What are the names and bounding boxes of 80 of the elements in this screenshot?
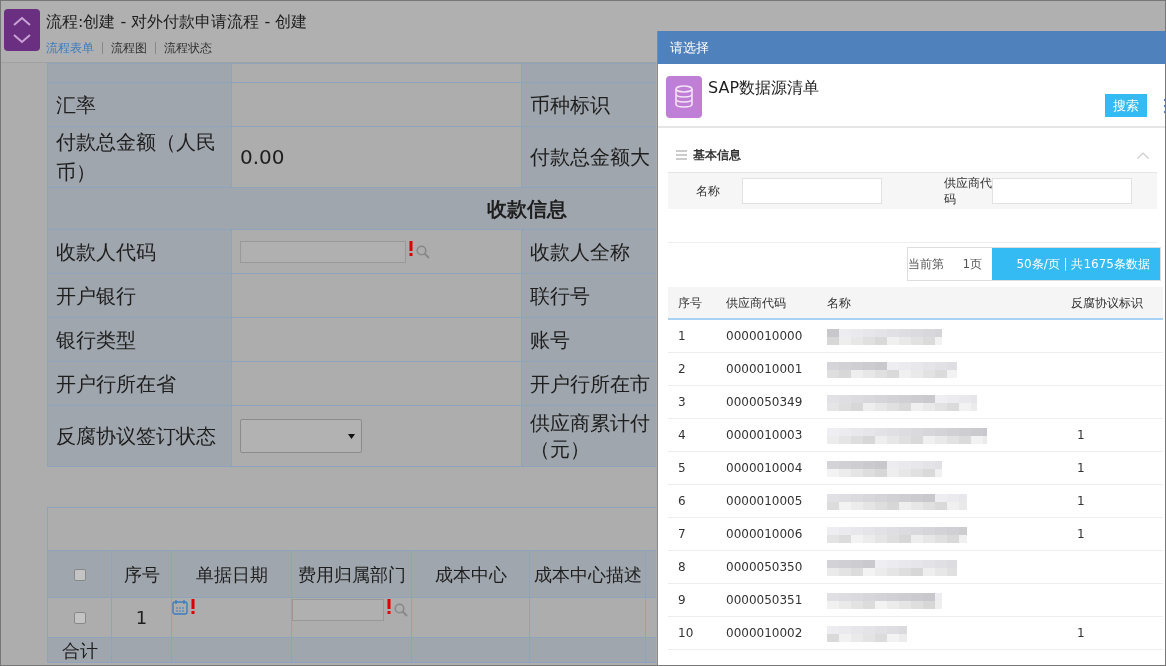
column-header: 序号 [123,563,160,585]
field-label: 开户行所在市 [530,370,649,397]
filter-label: 名称 [696,183,721,199]
field-label: 开户行所在省 [56,371,176,396]
row-number: 7 [678,527,686,541]
row-number: 1 [678,329,686,343]
field-label: 银行类型 [56,327,136,352]
search-icon [416,244,430,259]
agreement-value: 1 [1077,461,1085,475]
field-label: 付款总金额大 [530,144,649,170]
row-number: 3 [678,395,686,409]
supplier-code: 0000010000 [726,329,803,343]
section-title: 基本信息 [693,147,741,164]
row-number: 10 [678,626,694,640]
page-title: 流程:创建 - 对外付款申请流程 - 创建 [46,11,308,33]
field-label: 反腐协议签订状态 [56,424,216,448]
agreement-value: 1 [1077,626,1085,640]
list-title: SAP数据源清单 [708,77,820,99]
form-tab[interactable]: 流程状态 [164,39,212,57]
field-label: 汇率 [56,92,96,117]
supplier-code: 0000010004 [726,461,803,475]
column-header: 成本中心描述 [533,563,642,585]
agreement-value: 1 [1077,494,1085,508]
field-label: 开户银行 [56,283,136,308]
column-header: 单据日期 [195,563,268,585]
filter-field[interactable] [742,178,882,204]
page-number: 1页 [962,256,983,273]
supplier-code: 0000010006 [726,527,803,541]
agreement-value: 1 [1077,428,1085,442]
column-header: 成本中心 [434,563,507,585]
field-label: 付款总金额（人民币） [56,130,216,184]
row-number: 1 [135,607,148,628]
dialog-title: 请选择 [658,31,1165,64]
supplier-code: 0000010005 [726,494,803,508]
column-header: 反腐协议标识 [1071,295,1143,310]
section-heading: 收款信息 [487,196,567,221]
database-icon [666,76,702,118]
checkbox[interactable] [73,612,86,624]
supplier-code: 0000010001 [726,362,803,376]
row-number: 9 [678,593,686,607]
calendar-icon [172,599,188,615]
filter-field[interactable] [992,178,1132,204]
select-field[interactable] [240,419,362,453]
field-label: （元） [530,436,591,462]
field-label: 币种标识 [530,91,611,118]
row-number: 5 [678,461,686,475]
column-header: 费用归属部门 [297,563,406,585]
supplier-code: 0000050350 [726,560,803,574]
flow-icon [4,9,40,51]
field-label: 供应商累计付 [530,410,649,436]
supplier-code: 0000010003 [726,428,803,442]
total-label: 合计 [61,640,98,661]
field-value: 0.00 [240,145,285,169]
checkbox[interactable] [73,568,86,581]
chevron-up-icon[interactable] [1137,151,1149,159]
search-icon [394,603,408,617]
supplier-code: 0000050351 [726,593,803,607]
supplier-code: 0000050349 [726,395,803,409]
form-tab[interactable]: 流程图 [111,39,147,57]
field-label: 账号 [530,326,571,353]
search-button[interactable]: 搜索 [1105,93,1147,117]
column-header: 序号 [678,295,702,310]
field-label: 联行号 [530,282,591,309]
row-number: 2 [678,362,686,376]
field-label: 收款人代码 [56,239,156,264]
field-label: 收款人全称 [530,238,631,265]
pager-label: 当前第 [908,256,945,273]
caret-icon [348,433,355,439]
menu-icon [676,150,687,160]
filter-label: 供应商代码 [944,175,992,207]
row-number: 8 [678,560,686,574]
supplier-code: 0000010002 [726,626,803,640]
row-number: 4 [678,428,686,442]
page-size-summary[interactable]: 50条/页 | 共1675条数据 [992,248,1160,280]
lookup-field[interactable] [292,599,384,621]
column-header: 供应商代码 [726,295,786,310]
agreement-value: 1 [1077,527,1085,541]
form-tab[interactable]: 流程表单 [46,39,94,57]
column-header: 名称 [827,295,851,310]
row-number: 6 [678,494,686,508]
